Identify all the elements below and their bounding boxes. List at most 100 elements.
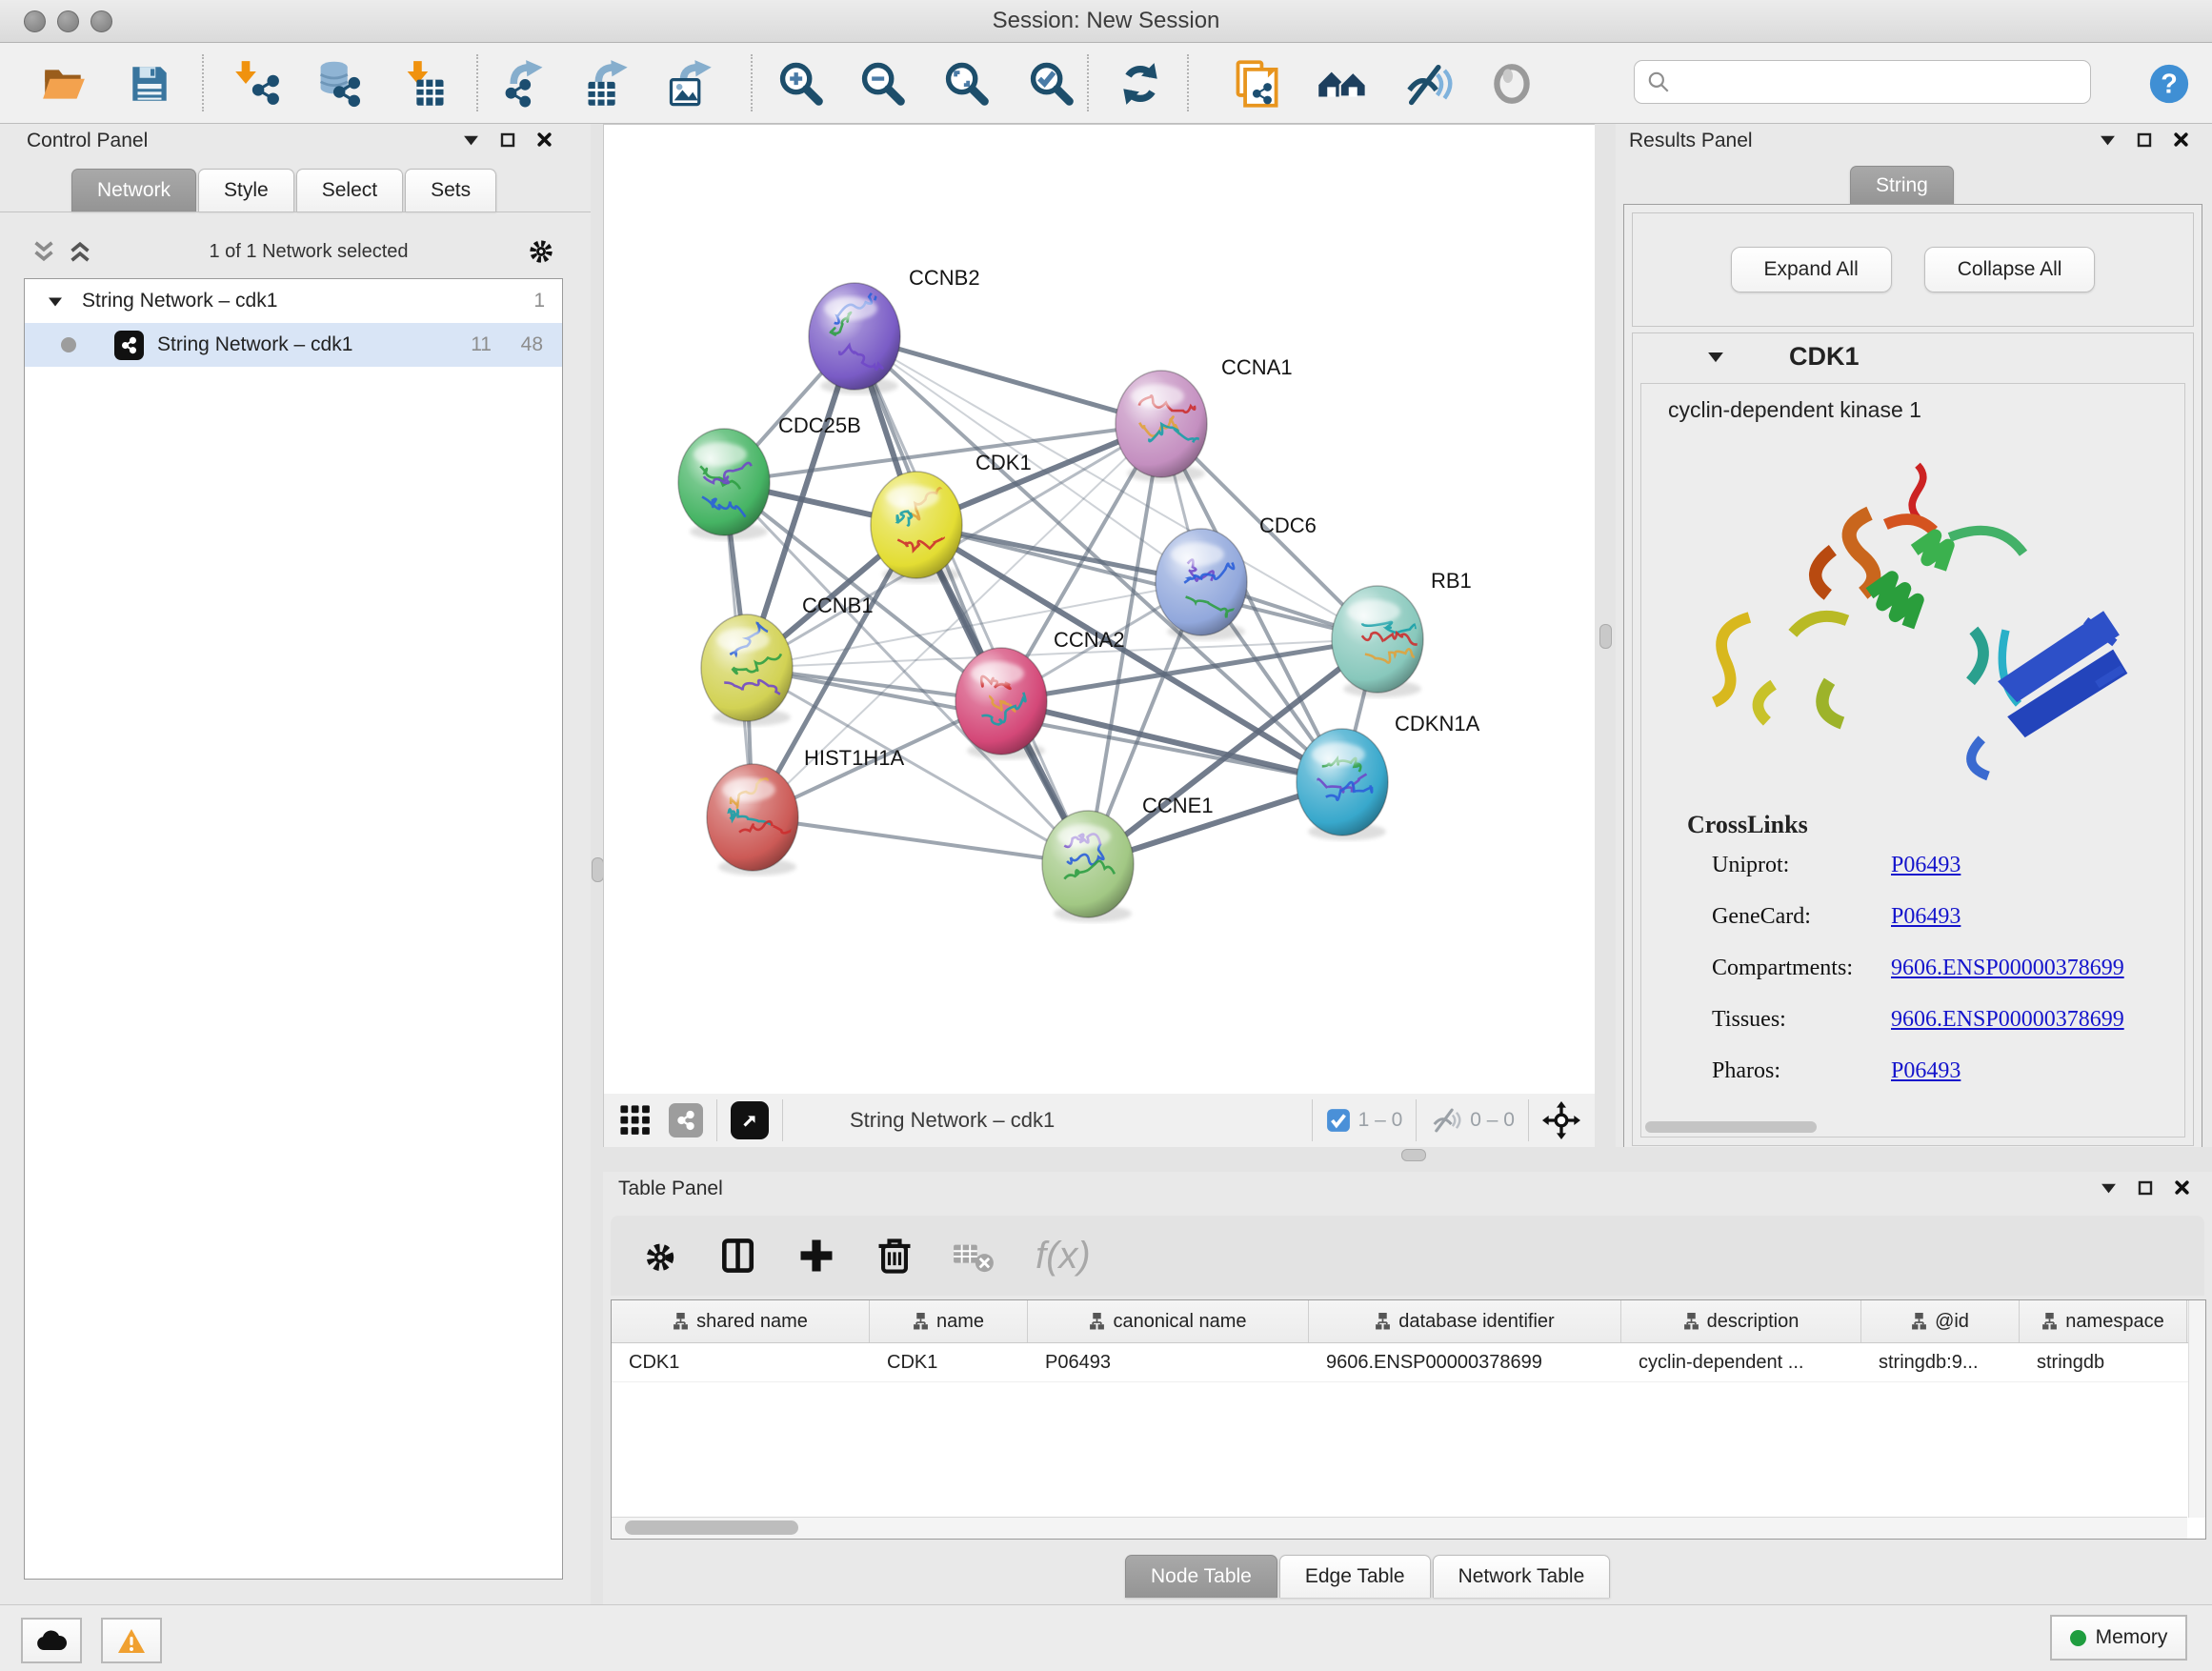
vertical-splitter-right[interactable]	[1595, 124, 1616, 1148]
export-table-button[interactable]	[579, 56, 634, 111]
save-session-button[interactable]	[122, 56, 177, 111]
memory-button[interactable]: Memory	[2050, 1615, 2187, 1661]
column-header-namespace[interactable]: namespace	[2020, 1300, 2187, 1342]
expand-all-icon[interactable]	[68, 240, 92, 263]
tab-style[interactable]: Style	[198, 169, 294, 211]
crosslink-link[interactable]: 9606.ENSP00000378699	[1891, 1007, 2124, 1033]
home-pages-button[interactable]	[1315, 56, 1370, 111]
table-vertical-scrollbar[interactable]	[2188, 1300, 2205, 1518]
panel-close-icon[interactable]	[2174, 1179, 2190, 1196]
results-scrollbar-thumb[interactable]	[1645, 1121, 1817, 1133]
crosslink-link[interactable]: 9606.ENSP00000378699	[1891, 956, 2124, 981]
panel-menu-icon[interactable]	[463, 133, 479, 147]
warnings-button[interactable]	[101, 1618, 162, 1663]
search-field[interactable]	[1634, 60, 2091, 104]
table-row[interactable]: CDK1CDK1P064939606.ENSP00000378699cyclin…	[612, 1343, 2205, 1382]
panel-menu-icon[interactable]	[2101, 1181, 2117, 1195]
export-image-button[interactable]	[662, 56, 717, 111]
panel-close-icon[interactable]	[2173, 131, 2189, 148]
node-label-CDC6: CDC6	[1259, 513, 1317, 537]
node-CDK1[interactable]	[871, 472, 962, 578]
gene-expander-icon[interactable]	[1707, 350, 1724, 364]
crosslink-label: Tissues:	[1712, 1007, 1786, 1033]
zoom-fit-button[interactable]	[938, 56, 994, 111]
export-network-button[interactable]	[496, 56, 552, 111]
panel-menu-icon[interactable]	[2100, 133, 2116, 147]
selected-checkbox-icon[interactable]	[1326, 1108, 1351, 1133]
tab-network[interactable]: Network	[71, 169, 196, 211]
tab-node-table[interactable]: Node Table	[1125, 1555, 1277, 1598]
node-CDKN1A[interactable]	[1297, 729, 1388, 836]
node-CCNE1[interactable]	[1042, 811, 1134, 917]
tab-network-table[interactable]: Network Table	[1433, 1555, 1611, 1598]
node-CCNA2[interactable]	[955, 648, 1047, 755]
refresh-view-button[interactable]	[1113, 56, 1168, 111]
node-CCNB1[interactable]	[701, 614, 793, 721]
clone-network-button[interactable]	[1229, 56, 1284, 111]
column-header-canonical-name[interactable]: canonical name	[1028, 1300, 1309, 1342]
node-CDC6[interactable]	[1156, 529, 1250, 635]
edge-CCNA2-CDKN1A[interactable]	[1001, 701, 1342, 782]
panel-close-icon[interactable]	[536, 131, 553, 148]
node-CDC25B[interactable]	[678, 429, 770, 535]
search-input[interactable]	[1671, 70, 2079, 94]
tab-edge-table[interactable]: Edge Table	[1279, 1555, 1431, 1598]
column-header-database-identifier[interactable]: database identifier	[1309, 1300, 1621, 1342]
column-header-shared-name[interactable]: shared name	[612, 1300, 870, 1342]
crosslink-link[interactable]: P06493	[1891, 1058, 1961, 1084]
delete-column-trash-icon[interactable]	[874, 1235, 915, 1277]
splitter-handle[interactable]	[1599, 624, 1612, 649]
network-row[interactable]: String Network – cdk1 11 48	[25, 323, 562, 367]
panel-float-icon[interactable]	[2137, 132, 2152, 148]
zoom-in-button[interactable]	[773, 56, 828, 111]
zoom-out-button[interactable]	[855, 56, 910, 111]
scrollbar-thumb[interactable]	[625, 1520, 798, 1535]
network-collection-row[interactable]: String Network – cdk1 1	[25, 279, 562, 323]
network-canvas[interactable]: CCNB2CCNA1CDC25BCDK1CDC6RB1CCNB1CCNA2CDK…	[603, 124, 1597, 1096]
expand-all-button[interactable]: Expand All	[1731, 247, 1892, 292]
node-HIST1H1A[interactable]	[707, 764, 802, 871]
panel-float-icon[interactable]	[2138, 1180, 2153, 1196]
column-header--id[interactable]: @id	[1861, 1300, 2020, 1342]
horizontal-splitter[interactable]	[603, 1147, 2212, 1172]
import-table-button[interactable]	[397, 56, 452, 111]
column-header-name[interactable]: name	[870, 1300, 1028, 1342]
hide-panel-button[interactable]	[1400, 56, 1456, 111]
splitter-handle[interactable]	[1401, 1149, 1426, 1161]
vertical-splitter-left[interactable]	[591, 124, 603, 1604]
cloud-status-button[interactable]	[21, 1618, 82, 1663]
column-header-description[interactable]: description	[1621, 1300, 1861, 1342]
window-title: Session: New Session	[0, 8, 2212, 34]
add-column-icon[interactable]	[795, 1235, 837, 1277]
crosslink-link[interactable]: P06493	[1891, 853, 1961, 878]
pan-crosshair-icon[interactable]	[1542, 1101, 1580, 1139]
table-settings-gear-icon[interactable]	[639, 1235, 681, 1277]
open-session-button[interactable]	[36, 56, 91, 111]
collapse-all-button[interactable]: Collapse All	[1924, 247, 2096, 292]
gene-header-row[interactable]: CDK1	[1633, 333, 2193, 379]
network-graph[interactable]: CCNB2CCNA1CDC25BCDK1CDC6RB1CCNB1CCNA2CDK…	[604, 125, 1596, 1095]
tab-sets[interactable]: Sets	[405, 169, 496, 211]
crosslink-link[interactable]: P06493	[1891, 904, 1961, 930]
import-network-database-button[interactable]	[311, 56, 366, 111]
node-CCNB2[interactable]	[809, 283, 900, 390]
zoom-selected-button[interactable]	[1023, 56, 1078, 111]
tree-expander-icon[interactable]	[48, 295, 63, 308]
edge-CCNB2-CCNE1[interactable]	[855, 336, 1088, 864]
collapse-all-icon[interactable]	[31, 240, 56, 263]
edge-CCNE1-HIST1H1A[interactable]	[753, 817, 1088, 864]
tab-string[interactable]: String	[1850, 166, 1954, 205]
panel-float-icon[interactable]	[500, 132, 515, 148]
node-RB1[interactable]	[1332, 586, 1423, 693]
help-button[interactable]: ?	[2142, 56, 2197, 111]
show-columns-icon[interactable]	[717, 1235, 759, 1277]
node-CCNA1[interactable]	[1116, 371, 1207, 477]
network-options-gear-icon[interactable]	[525, 235, 557, 268]
table-cell: 9606.ENSP00000378699	[1309, 1343, 1621, 1381]
table-horizontal-scrollbar[interactable]	[612, 1517, 2187, 1539]
import-network-file-button[interactable]	[231, 56, 286, 111]
show-panel-button[interactable]	[1484, 56, 1539, 111]
grid-view-icon[interactable]	[619, 1104, 652, 1137]
tab-select[interactable]: Select	[296, 169, 403, 211]
birds-eye-view-button[interactable]	[731, 1101, 769, 1139]
